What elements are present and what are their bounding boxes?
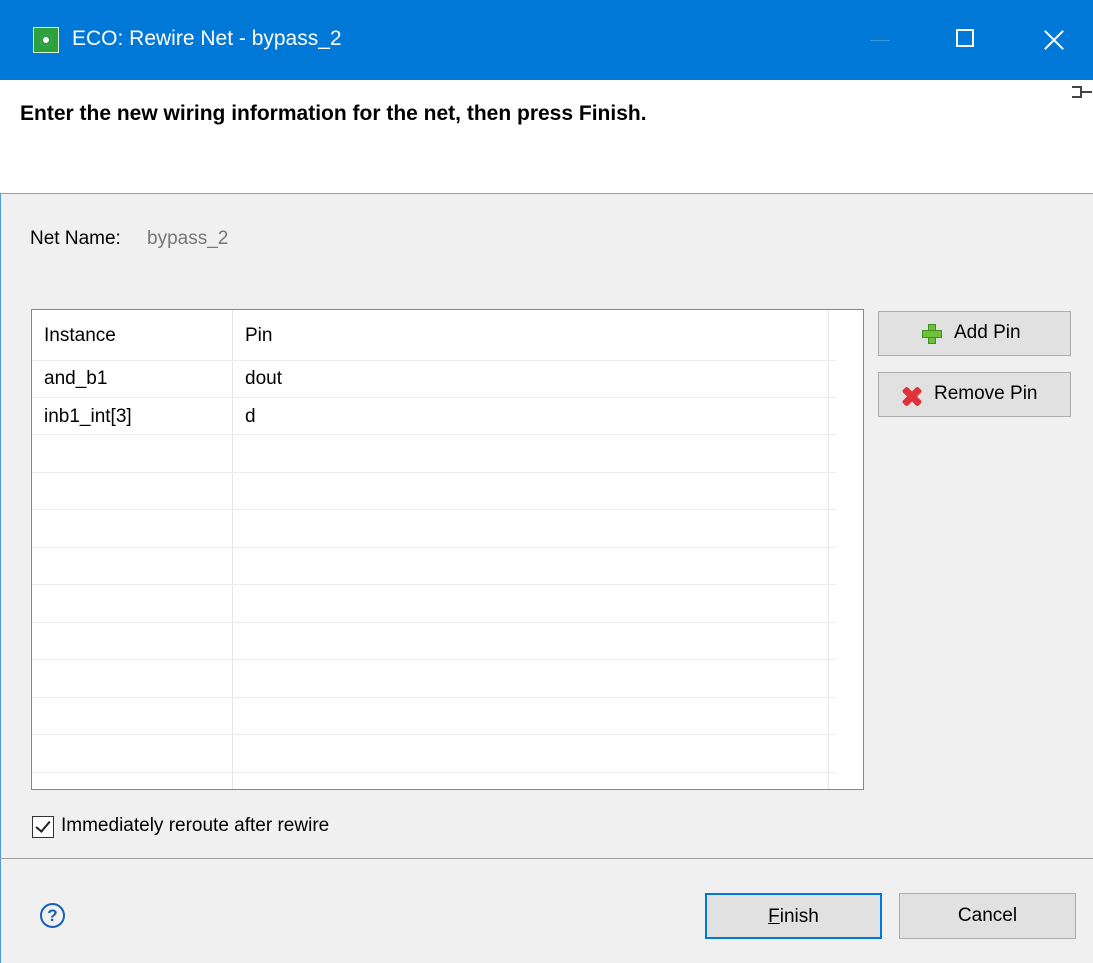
row-separator: [32, 509, 836, 510]
reroute-checkbox[interactable]: [32, 816, 54, 838]
footer-separator: [0, 858, 1093, 859]
close-button[interactable]: [1013, 0, 1093, 80]
plus-icon: [922, 324, 942, 344]
row-separator: [32, 772, 836, 773]
instance-cell[interactable]: and_b1: [44, 368, 107, 390]
remove-pin-label: Remove Pin: [934, 383, 1038, 404]
title-bar: ECO: Rewire Net - bypass_2: [0, 0, 1093, 80]
remove-pin-button[interactable]: Remove Pin: [878, 372, 1071, 417]
net-name-value: bypass_2: [147, 228, 229, 249]
cancel-label: Cancel: [957, 905, 1018, 926]
row-separator: [32, 697, 836, 698]
finish-label: Finish: [768, 906, 819, 927]
wizard-banner-icon: [1068, 80, 1093, 108]
row-separator: [32, 547, 836, 548]
window-title: ECO: Rewire Net - bypass_2: [72, 27, 342, 50]
row-separator: [32, 472, 836, 473]
maximize-button[interactable]: [925, 0, 1005, 80]
instance-cell[interactable]: inb1_int[3]: [44, 406, 132, 428]
column-divider: [828, 310, 829, 789]
header-message: Enter the new wiring information for the…: [20, 102, 647, 125]
add-pin-button[interactable]: Add Pin: [878, 311, 1071, 356]
app-icon: [33, 27, 59, 53]
row-separator: [32, 360, 836, 361]
row-separator: [32, 622, 836, 623]
pin-table[interactable]: Instance Pin and_b1 dout inb1_int[3] d: [31, 309, 864, 790]
row-separator: [32, 397, 836, 398]
row-separator: [32, 659, 836, 660]
pin-cell[interactable]: d: [245, 406, 256, 428]
window-edge: [0, 80, 1, 963]
net-name-label: Net Name:: [30, 228, 121, 249]
finish-button[interactable]: Finish: [705, 893, 882, 939]
delete-icon: [901, 385, 923, 407]
add-pin-label: Add Pin: [954, 322, 1021, 343]
column-header-pin[interactable]: Pin: [245, 325, 272, 347]
reroute-checkbox-label[interactable]: Immediately reroute after rewire: [61, 815, 329, 837]
row-separator: [32, 584, 836, 585]
help-icon[interactable]: ?: [40, 903, 65, 928]
pin-cell[interactable]: dout: [245, 368, 282, 390]
column-divider: [232, 310, 233, 789]
row-separator: [32, 734, 836, 735]
cancel-button[interactable]: Cancel: [899, 893, 1076, 939]
row-separator: [32, 434, 836, 435]
column-header-instance[interactable]: Instance: [44, 325, 116, 347]
wizard-header: Enter the new wiring information for the…: [0, 80, 1093, 194]
minimize-button[interactable]: [840, 0, 920, 80]
